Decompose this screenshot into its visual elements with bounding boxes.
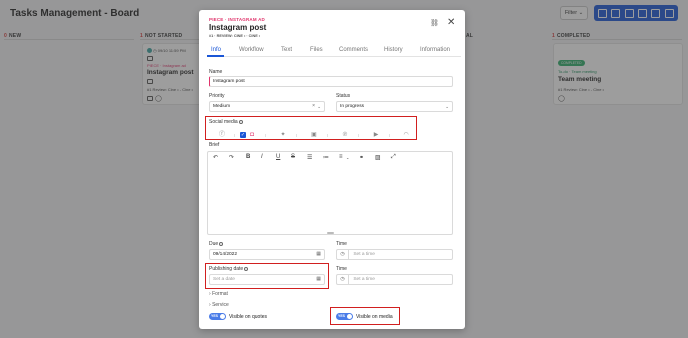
due-time-input[interactable]: ◷ Set a time xyxy=(336,249,453,260)
active-tab-indicator xyxy=(207,55,224,57)
fullscreen-icon[interactable]: ⤢ xyxy=(391,154,396,161)
due-date-input[interactable]: 09/14/2022 ▦ xyxy=(209,249,325,260)
name-label: Name xyxy=(209,69,223,75)
status-value: In progress xyxy=(340,104,364,109)
time-placeholder-2: Set a time xyxy=(353,277,375,282)
redo-icon[interactable]: ↷ xyxy=(229,154,234,161)
due-label: Due xyxy=(209,241,224,247)
chevron-down-icon: ⌄ xyxy=(317,104,321,109)
brief-editor[interactable]: ↶ ↷ B I U S ☰ ≔ ≡ ⌄ ⚭ ▨ ⤢ xyxy=(207,151,453,235)
time-placeholder: Set a time xyxy=(353,252,375,257)
priority-select[interactable]: Medium × ⌄ xyxy=(209,101,325,112)
info-icon xyxy=(219,241,224,246)
priority-label: Priority xyxy=(209,93,225,99)
task-modal: PIECE · INSTAGRAM AD Instagram post #1 ·… xyxy=(199,10,465,329)
chevron-down-icon: ⌄ xyxy=(445,104,449,109)
tab-history[interactable]: History xyxy=(384,47,403,53)
brief-label: Brief xyxy=(209,142,220,148)
tab-files[interactable]: Files xyxy=(310,47,323,53)
name-input[interactable]: Instagram post xyxy=(209,76,453,87)
align-icon[interactable]: ≡ xyxy=(339,154,343,160)
clock-icon: ◷ xyxy=(337,250,349,259)
clear-icon[interactable]: × xyxy=(312,102,315,111)
undo-icon[interactable]: ↶ xyxy=(213,154,218,161)
highlight-publishing-date xyxy=(205,263,329,289)
bullet-list-icon[interactable]: ☰ xyxy=(307,154,312,161)
modal-breadcrumb: PIECE · INSTAGRAM AD xyxy=(209,17,266,22)
italic-icon[interactable]: I xyxy=(261,154,263,160)
tab-comments[interactable]: Comments xyxy=(339,47,368,53)
modal-title: Instagram post xyxy=(209,23,267,32)
resize-handle[interactable] xyxy=(327,232,334,234)
clock-icon: ◷ xyxy=(337,275,349,284)
close-icon[interactable]: ✕ xyxy=(447,17,455,28)
bold-icon[interactable]: B xyxy=(246,154,250,160)
modal-tabs: Info Workflow Text Files Comments Histor… xyxy=(207,45,461,57)
tab-info[interactable]: Info xyxy=(211,47,221,53)
tab-text[interactable]: Text xyxy=(281,47,292,53)
image-icon[interactable]: ▨ xyxy=(375,154,381,161)
editor-toolbar: ↶ ↷ B I U S ☰ ≔ ≡ ⌄ ⚭ ▨ ⤢ xyxy=(208,152,452,164)
numbered-list-icon[interactable]: ≔ xyxy=(323,154,329,161)
modal-subtitle: #1 · REVIEW: CINE • · CINE • xyxy=(209,34,261,38)
priority-value: Medium xyxy=(213,104,231,109)
publishing-time-input[interactable]: ◷ Set a time xyxy=(336,274,453,285)
tab-information[interactable]: Information xyxy=(420,47,450,53)
underline-icon[interactable]: U xyxy=(276,154,280,160)
status-label: Status xyxy=(336,93,351,99)
toggle-state: YES xyxy=(211,314,219,318)
visible-on-quotes-toggle[interactable]: YES xyxy=(209,313,226,320)
time-label-2: Time xyxy=(336,266,347,272)
strikethrough-icon[interactable]: S xyxy=(291,154,295,160)
format-section-toggle[interactable]: › Format xyxy=(209,291,228,297)
link-icon[interactable]: ⚭ xyxy=(359,154,364,161)
toggle-knob xyxy=(220,314,225,319)
chevron-down-icon[interactable]: ⌄ xyxy=(346,155,349,160)
due-date-value: 09/14/2022 xyxy=(213,252,238,257)
highlight-visible-on-media xyxy=(330,307,400,325)
tab-workflow[interactable]: Workflow xyxy=(239,47,264,53)
link-icon[interactable]: ⛓ xyxy=(430,19,439,27)
status-select[interactable]: In progress ⌄ xyxy=(336,101,453,112)
time-label: Time xyxy=(336,241,347,247)
service-section-toggle[interactable]: › Service xyxy=(209,302,229,308)
highlight-social-media xyxy=(205,116,417,140)
visible-on-quotes-label: Visible on quotes xyxy=(229,314,267,320)
calendar-icon[interactable]: ▦ xyxy=(316,250,321,259)
